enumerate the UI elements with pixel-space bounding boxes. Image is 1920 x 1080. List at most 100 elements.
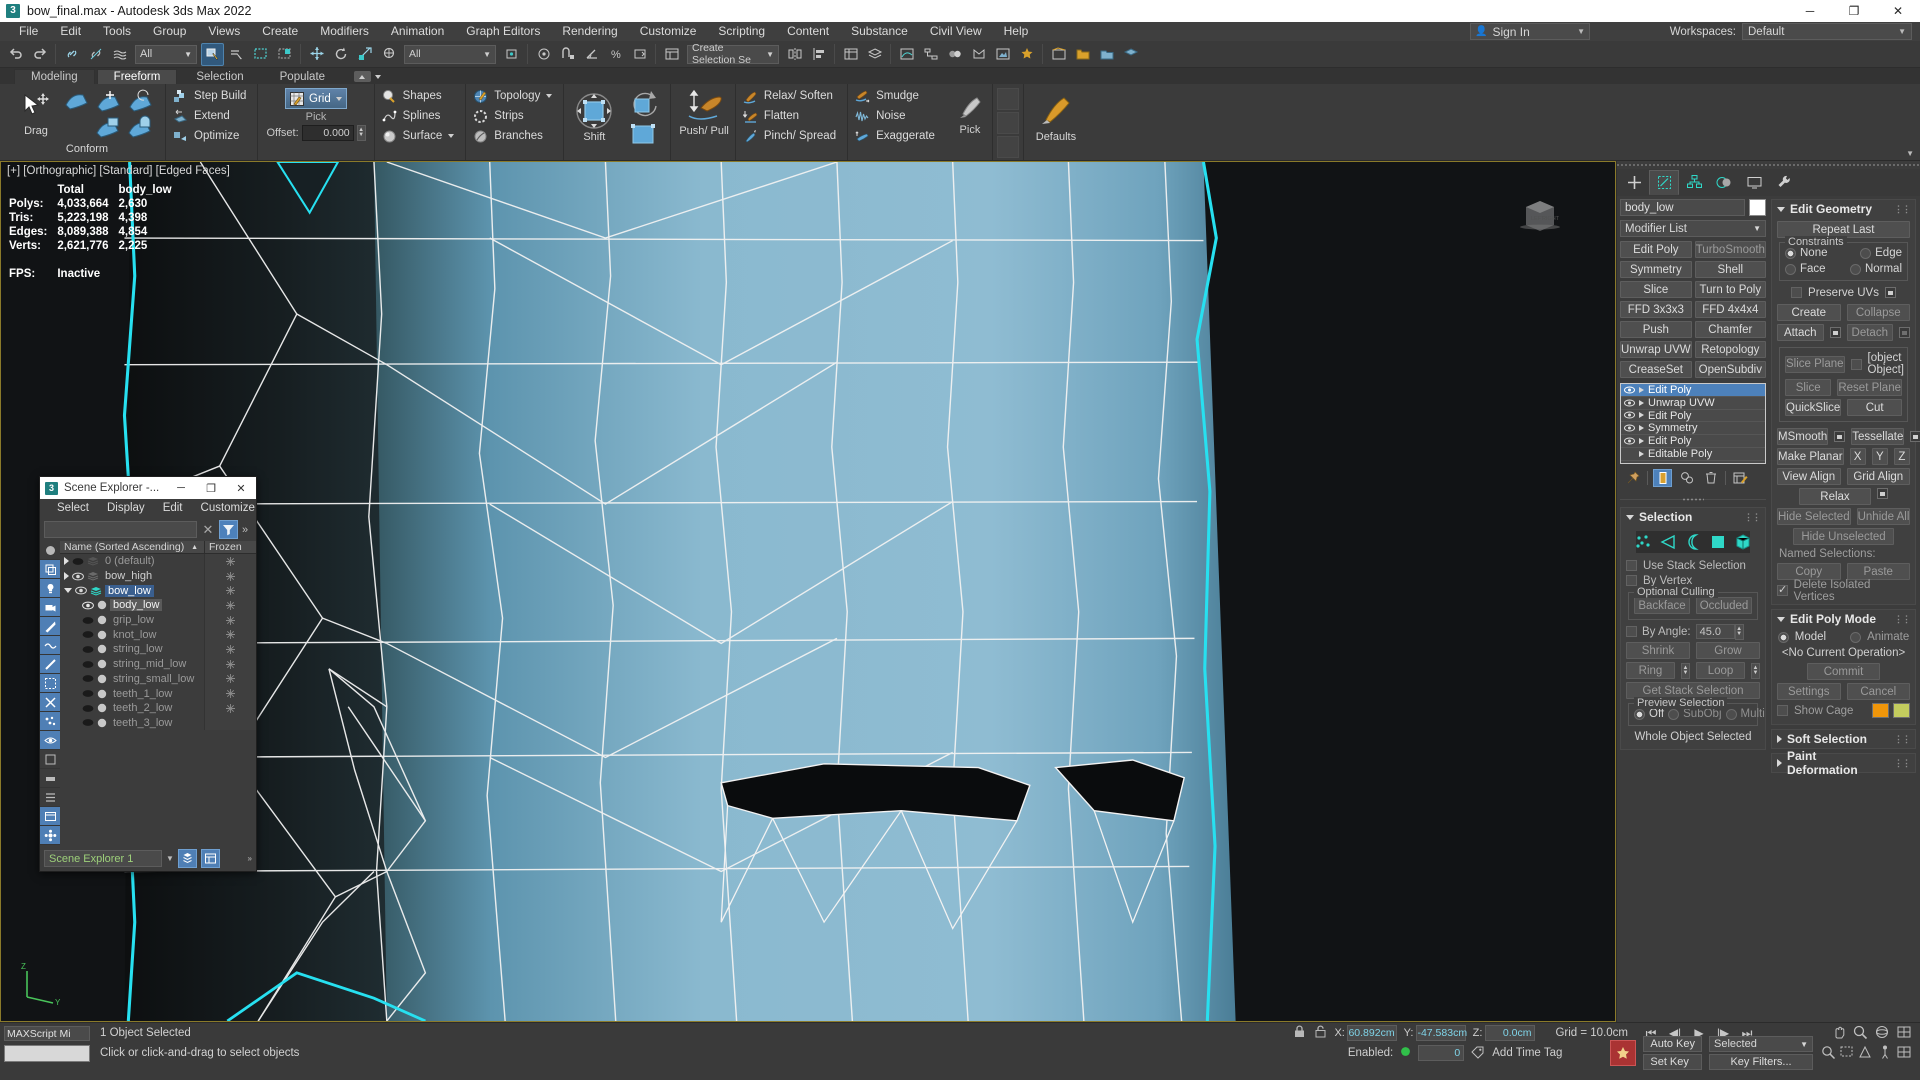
paint-deformation-header[interactable]: Paint Deformation ⋮⋮ bbox=[1772, 749, 1915, 777]
eye-closed-icon[interactable] bbox=[82, 704, 94, 713]
display-containers-icon[interactable] bbox=[40, 807, 60, 826]
display-lights-icon[interactable] bbox=[40, 579, 60, 598]
eye-open-icon[interactable] bbox=[72, 572, 84, 581]
modifier-button-ffd-3x3x3[interactable]: FFD 3x3x3 bbox=[1620, 301, 1692, 318]
display-shapes-icon[interactable] bbox=[40, 560, 60, 579]
frozen-cell[interactable] bbox=[204, 715, 256, 731]
by-angle-spinner-icon[interactable]: ▲ ▼ bbox=[1734, 623, 1744, 640]
pinch-spread-button[interactable]: Pinch/ Spread bbox=[741, 126, 842, 146]
detach-settings-icon[interactable] bbox=[1899, 327, 1910, 338]
rectangular-selection-region-icon[interactable] bbox=[249, 43, 272, 66]
expander-icon[interactable] bbox=[1639, 412, 1644, 419]
modifier-button-turn-to-poly[interactable]: Turn to Poly bbox=[1694, 281, 1766, 298]
clear-search-icon[interactable]: ✕ bbox=[201, 522, 215, 538]
render-setup-icon[interactable] bbox=[967, 43, 990, 66]
eye-closed-icon[interactable] bbox=[82, 718, 94, 727]
toggle-layer-explorer-icon[interactable] bbox=[863, 43, 886, 66]
viewport-label[interactable]: [+] [Orthographic] [Standard] [Edged Fac… bbox=[7, 165, 230, 177]
ribbon-tab-populate[interactable]: Populate bbox=[263, 69, 342, 84]
ring-button[interactable]: Ring bbox=[1626, 662, 1675, 679]
menu-item-animation[interactable]: Animation bbox=[380, 22, 455, 41]
constraint-none-radio[interactable] bbox=[1785, 247, 1796, 259]
eye-closed-icon[interactable] bbox=[72, 557, 84, 566]
frozen-cell[interactable] bbox=[204, 671, 256, 687]
copy-button[interactable]: Copy bbox=[1777, 563, 1841, 580]
menu-item-edit[interactable]: Edit bbox=[49, 22, 92, 41]
loop-spinner-icon[interactable]: ▲ ▼ bbox=[1751, 662, 1760, 679]
spinner-snap-toggle-icon[interactable] bbox=[628, 43, 651, 66]
display-particles-icon[interactable] bbox=[40, 712, 60, 731]
list-item[interactable]: 0 (default) bbox=[60, 554, 256, 569]
remove-modifier-icon[interactable] bbox=[1701, 469, 1720, 487]
scene-explorer-menu-customize[interactable]: Customize bbox=[192, 499, 264, 518]
close-button[interactable]: ✕ bbox=[1876, 0, 1920, 22]
list-item[interactable]: bow_low bbox=[60, 583, 256, 599]
command-panel-grip[interactable] bbox=[1617, 161, 1920, 169]
modifier-button-symmetry[interactable]: Symmetry bbox=[1620, 261, 1692, 278]
display-xrefs-icon[interactable] bbox=[40, 693, 60, 712]
menu-item-file[interactable]: File bbox=[8, 22, 49, 41]
percent-snap-toggle-icon[interactable]: % bbox=[604, 43, 627, 66]
occluded-button[interactable]: Occluded bbox=[1696, 597, 1752, 614]
view-cube[interactable]: LEFT RIGHT bbox=[1517, 194, 1563, 240]
select-and-place-icon[interactable] bbox=[377, 43, 400, 66]
polygon-icon[interactable] bbox=[1710, 533, 1726, 551]
modifier-button-retopology[interactable]: Retopology bbox=[1694, 341, 1766, 358]
create-button[interactable]: Create bbox=[1777, 304, 1841, 321]
edit-named-selection-sets-icon[interactable] bbox=[660, 43, 683, 66]
modifier-stack[interactable]: Edit Poly Unwrap UVW Edit Poly Symmetry … bbox=[1620, 383, 1766, 464]
scene-explorer-list[interactable]: Name (Sorted Ascending) ▲ Frozen 0 (defa… bbox=[60, 541, 256, 845]
add-time-tag-icon[interactable] bbox=[1471, 1045, 1485, 1062]
msmooth-button[interactable]: MSmooth bbox=[1777, 428, 1829, 445]
make-planar-button[interactable]: Make Planar bbox=[1777, 448, 1844, 465]
frozen-cell[interactable] bbox=[204, 598, 256, 613]
schematic-view-icon[interactable] bbox=[919, 43, 942, 66]
collapse-button[interactable]: Collapse bbox=[1846, 304, 1910, 321]
list-item[interactable]: knot_low bbox=[60, 627, 256, 643]
eye-closed-icon[interactable] bbox=[82, 660, 94, 669]
make-planar-x-button[interactable]: X bbox=[1849, 448, 1866, 465]
eye-open-icon[interactable] bbox=[1624, 411, 1635, 419]
element-icon[interactable] bbox=[1735, 533, 1751, 551]
detach-button[interactable]: Detach bbox=[1846, 324, 1893, 341]
configure-modifier-sets-icon[interactable] bbox=[1731, 469, 1750, 487]
extend-button[interactable]: Extend bbox=[171, 106, 252, 126]
display-bones-icon[interactable] bbox=[40, 655, 60, 674]
angle-snap-toggle-icon[interactable] bbox=[580, 43, 603, 66]
select-and-link-icon[interactable] bbox=[60, 43, 83, 66]
offset-spinner-icon[interactable]: ▲ ▼ bbox=[356, 125, 366, 141]
preserve-uvs-checkbox[interactable] bbox=[1791, 287, 1803, 298]
eye-open-icon[interactable] bbox=[75, 586, 87, 595]
preserve-uvs-row[interactable]: Preserve UVs bbox=[1777, 285, 1910, 300]
scene-explorer-close-button[interactable]: ✕ bbox=[226, 477, 256, 499]
brush-option-3-icon[interactable] bbox=[996, 136, 1019, 158]
by-angle-row[interactable]: By Angle: 45.0 ▲ ▼ bbox=[1626, 623, 1760, 640]
selection-lock-icon[interactable] bbox=[1292, 1024, 1307, 1042]
modify-tab[interactable] bbox=[1649, 170, 1679, 195]
modifier-button-push[interactable]: Push bbox=[1620, 321, 1692, 338]
draw-splines-button[interactable]: Splines bbox=[380, 106, 461, 126]
use-stack-selection-checkbox[interactable] bbox=[1626, 560, 1637, 571]
scene-explorer-minimize-button[interactable]: ─ bbox=[166, 477, 196, 499]
list-item[interactable]: teeth_3_low bbox=[60, 715, 256, 731]
strips-button[interactable]: Strips bbox=[471, 106, 558, 126]
save-explorer-icon[interactable] bbox=[177, 848, 197, 868]
constraint-face-radio[interactable] bbox=[1785, 263, 1796, 275]
scene-explorer-menu-select[interactable]: Select bbox=[48, 499, 98, 518]
list-item[interactable]: bow_high bbox=[60, 568, 256, 584]
display-assemblies-icon[interactable] bbox=[40, 826, 60, 845]
draw-shapes-button[interactable]: Shapes bbox=[380, 86, 461, 106]
ribbon-expand-icon[interactable]: ▼ bbox=[1906, 149, 1914, 158]
slice-button[interactable]: Slice bbox=[1785, 379, 1832, 396]
constraint-normal-radio[interactable] bbox=[1849, 263, 1861, 275]
cage-color-swatch-1[interactable] bbox=[1872, 703, 1889, 718]
exaggerate-button[interactable]: Exaggerate bbox=[853, 126, 941, 146]
project-folder-icon[interactable] bbox=[1071, 43, 1094, 66]
pin-stack-icon[interactable] bbox=[1623, 469, 1642, 487]
step-build-button[interactable]: Step Build bbox=[171, 86, 252, 106]
backface-button[interactable]: Backface bbox=[1634, 597, 1690, 614]
preview-multi-radio[interactable] bbox=[1725, 708, 1737, 720]
maximize-button[interactable]: ❐ bbox=[1832, 0, 1876, 22]
zoom-extents-icon[interactable] bbox=[1820, 1044, 1836, 1063]
rendered-frame-window-icon[interactable] bbox=[991, 43, 1014, 66]
